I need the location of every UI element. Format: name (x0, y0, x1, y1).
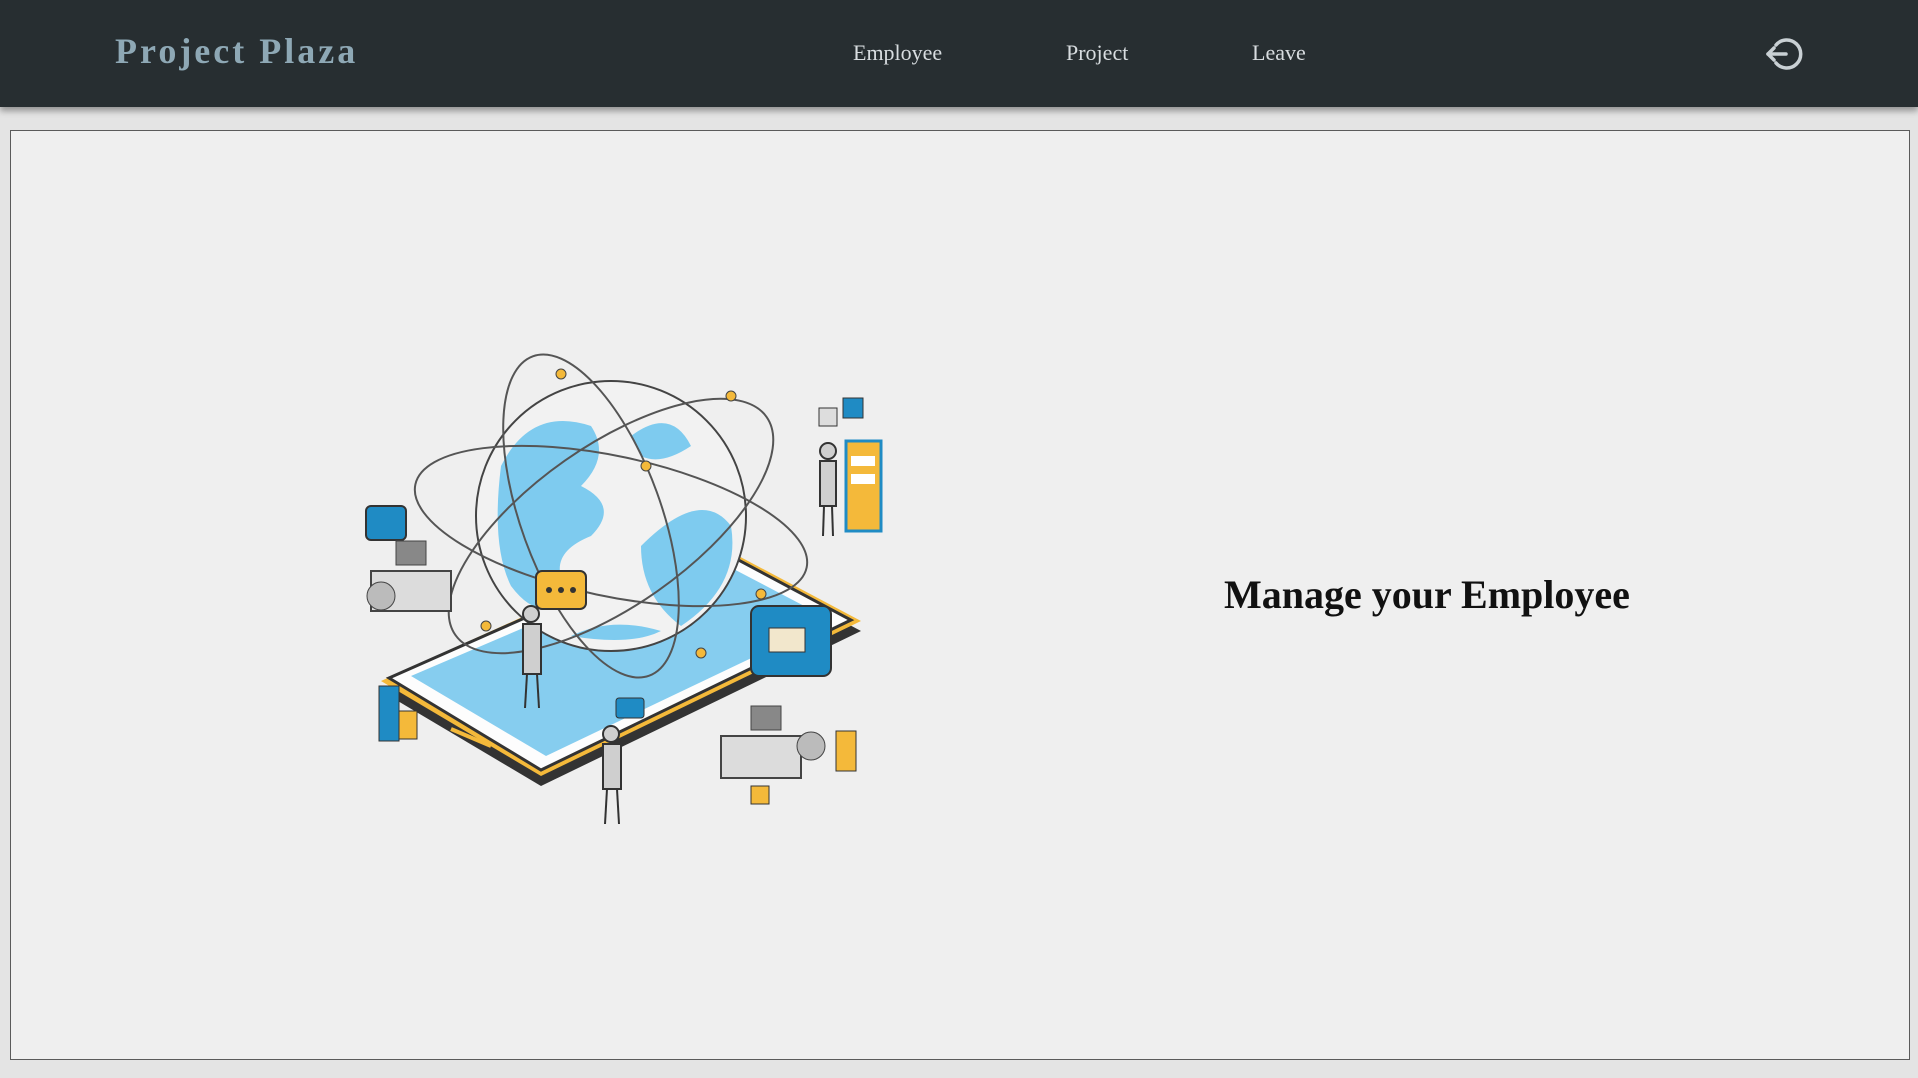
globe-phone-illustration (341, 346, 901, 846)
nav-link-leave[interactable]: Leave (1252, 40, 1306, 66)
logout-icon[interactable] (1764, 36, 1804, 72)
top-navbar: Project Plaza Employee Project Leave (0, 0, 1918, 107)
nav-link-employee[interactable]: Employee (853, 40, 942, 66)
main-panel: Manage your Employee (10, 130, 1910, 1060)
brand-logo[interactable]: Project Plaza (115, 30, 358, 72)
nav-link-project[interactable]: Project (1066, 40, 1128, 66)
page-headline: Manage your Employee (1224, 572, 1630, 617)
